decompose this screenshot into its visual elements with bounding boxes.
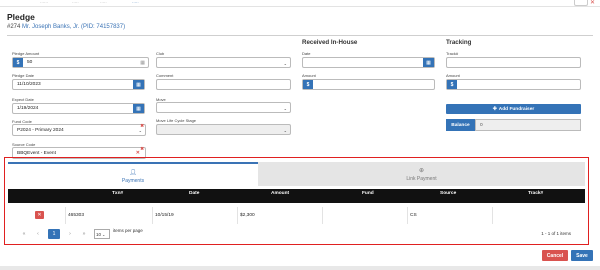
calendar-icon: ▦ <box>136 105 141 112</box>
column-header[interactable]: Date <box>189 191 199 196</box>
close-icon: ✕ <box>37 212 42 218</box>
move-select[interactable]: ⌄ <box>156 102 291 113</box>
pledge-amount-field[interactable]: $ 50 ▦ <box>12 57 149 68</box>
cancel-button[interactable]: Cancel <box>542 250 568 261</box>
items-per-page-label: items per page <box>113 228 143 233</box>
payments-table-header: Txn# Date Amount Fund Source Track# <box>8 189 585 203</box>
column-header[interactable]: Track# <box>528 191 543 196</box>
row-actions-cell: ✕ <box>8 207 66 224</box>
top-tab[interactable]: ····· <box>100 0 107 5</box>
link-icon: ⊕ <box>418 168 425 174</box>
expect-date-field[interactable]: 1/19/2024 ▦ <box>12 103 145 114</box>
balance-label: Balance <box>446 119 475 131</box>
source-code-value: BBQEvent - Event <box>17 150 56 156</box>
pledge-number: #274 <box>7 24 21 30</box>
fund-cell <box>323 207 408 224</box>
received-amount-label: Amount <box>302 73 316 78</box>
dollar-icon: $ <box>13 58 23 67</box>
move-life-cycle-stage-label: Move Life Cycle Stage <box>156 118 197 123</box>
remove-icon[interactable]: ✕ <box>136 150 140 156</box>
tab-link-payment-label: Link Payment <box>406 176 437 182</box>
calendar-button[interactable]: ▦ <box>133 80 144 89</box>
fund-code-select[interactable]: P2024 - Primary 2024 ✖ ⌄ <box>12 123 146 136</box>
pledge-date-field[interactable]: 11/10/2023 ▦ <box>12 79 145 90</box>
add-fundraiser-label: Add Fundraiser <box>498 106 535 112</box>
next-page-icon[interactable]: › <box>64 229 76 239</box>
calendar-button[interactable]: ▦ <box>423 58 434 67</box>
received-amount-field[interactable]: $ <box>302 79 435 90</box>
divider <box>7 35 593 36</box>
tracking-amount-label: Amount <box>446 73 460 78</box>
page-size-value: 10 <box>96 231 102 237</box>
column-header[interactable]: Txn# <box>112 191 123 196</box>
expect-date-label: Expect Date <box>12 97 34 102</box>
club-select[interactable]: ⌄ <box>156 57 291 68</box>
comment-label: Comment <box>156 73 174 78</box>
item-count: 1 - 1 of 1 items <box>541 231 571 236</box>
calendar-icon: ▦ <box>426 59 431 66</box>
first-page-icon[interactable]: « <box>18 229 30 239</box>
received-date-field[interactable]: ▦ <box>302 57 435 68</box>
chevron-down-icon: ⌄ <box>283 128 287 133</box>
window-button[interactable] <box>574 0 588 6</box>
chevron-down-icon: ⌄ <box>283 61 287 66</box>
bottom-bar <box>0 266 600 270</box>
top-tab-active[interactable]: ····· <box>132 0 139 5</box>
last-page-icon[interactable]: » <box>78 229 90 239</box>
pledge-date-label: Pledge Date <box>12 73 35 78</box>
table-row: ✕ 465303 10/15/19 $2,300 CS <box>8 207 585 224</box>
pledge-amount-value: 50 <box>27 60 33 65</box>
column-header[interactable]: Source <box>440 191 456 196</box>
received-date-label: Date <box>302 51 311 56</box>
tracking-amount-field[interactable]: $ <box>446 79 581 90</box>
prev-page-icon[interactable]: ‹ <box>32 229 44 239</box>
fund-code-value: P2024 - Primary 2024 <box>17 127 64 133</box>
column-header[interactable]: Amount <box>271 191 289 196</box>
source-cell: CS <box>408 207 493 224</box>
top-tab-strip: ······ ····· ····· ····· ✕ <box>0 0 600 7</box>
txn-cell: 465303 <box>66 207 153 224</box>
track-cell <box>493 207 585 224</box>
close-icon[interactable]: ✕ <box>590 0 597 6</box>
tracking-heading: Tracking <box>446 39 472 46</box>
date-cell: 10/15/19 <box>153 207 238 224</box>
calendar-icon: ▦ <box>136 81 141 88</box>
top-tab[interactable]: ······ <box>40 0 48 5</box>
add-fundraiser-button[interactable]: ✚ Add Fundraiser <box>446 104 581 114</box>
save-button[interactable]: Save <box>571 250 593 261</box>
expect-date-value: 1/19/2024 <box>17 106 39 111</box>
donor-link[interactable]: Mr. Joseph Banks, Jr. (PID: 74157837) <box>22 24 125 30</box>
pledge-subtitle: #274 Mr. Joseph Banks, Jr. (PID: 7415783… <box>7 24 125 30</box>
amount-cell: $2,300 <box>238 207 323 224</box>
top-tab[interactable]: ····· <box>72 0 79 5</box>
balance-value: 0 <box>475 119 581 131</box>
club-label: Club <box>156 51 165 56</box>
track-number-label: Track# <box>446 51 459 56</box>
page-number-button[interactable]: 1 <box>48 229 60 239</box>
user-icon: 👤︎ <box>129 170 137 176</box>
tab-payments-label: Payments <box>121 178 145 184</box>
pledge-date-value: 11/10/2023 <box>17 82 41 87</box>
calendar-button[interactable]: ▦ <box>133 104 144 113</box>
chevron-down-icon: ⌄ <box>283 106 287 111</box>
move-life-cycle-stage-select[interactable]: ⌄ <box>156 124 291 135</box>
comment-field[interactable] <box>156 79 291 90</box>
chevron-down-icon: ⌄ <box>102 231 106 237</box>
dollar-icon: $ <box>303 80 313 89</box>
page-size-select[interactable]: 10 ⌄ <box>94 229 110 239</box>
page-title: Pledge <box>7 12 35 22</box>
chevron-down-icon: ⌄ <box>138 128 142 133</box>
track-number-field[interactable] <box>446 57 581 68</box>
delete-button[interactable]: ✕ <box>35 211 44 219</box>
dollar-icon: $ <box>447 80 457 89</box>
tab-payments[interactable]: 👤︎ Payments <box>8 162 258 186</box>
received-in-house-heading: Received In-House <box>302 39 358 46</box>
calculator-icon[interactable]: ▦ <box>140 60 145 66</box>
pager: « ‹ 1 › » 10 ⌄ items per page 1 - 1 of 1… <box>8 227 585 241</box>
plus-icon: ✚ <box>492 106 497 112</box>
tab-link-payment[interactable]: ⊕ Link Payment <box>258 162 585 186</box>
pledge-amount-label: Pledge Amount <box>12 51 40 56</box>
clear-icon[interactable]: ✖ <box>140 146 144 152</box>
column-header[interactable]: Fund <box>362 191 374 196</box>
